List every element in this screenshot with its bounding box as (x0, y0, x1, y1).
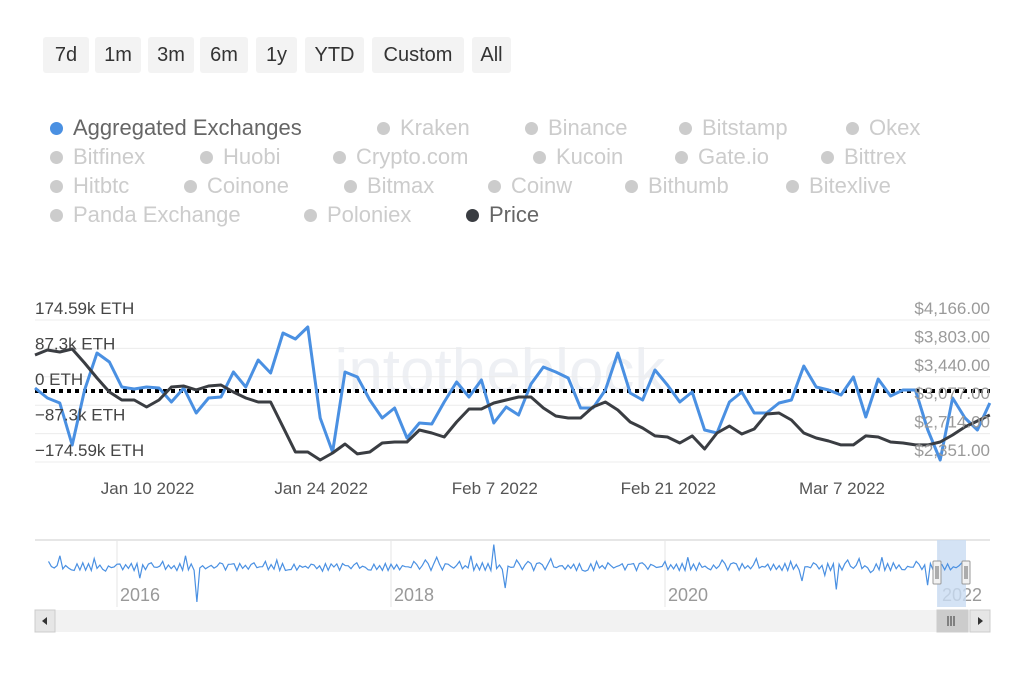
x-tick-label: Jan 10 2022 (101, 479, 195, 498)
y-left-tick-label: −174.59k ETH (35, 441, 144, 460)
y-right-tick-label: $3,077.00 (914, 384, 990, 403)
navigator-right-handle[interactable] (961, 560, 971, 585)
x-tick-label: Jan 24 2022 (274, 479, 368, 498)
watermark-logo: intotheblock (335, 337, 667, 406)
y-right-tick-label: $3,803.00 (914, 327, 990, 346)
y-left-tick-label: 0 ETH (35, 370, 83, 389)
x-tick-label: Feb 7 2022 (452, 479, 538, 498)
y-right-tick-label: $2,351.00 (914, 441, 990, 460)
navigator[interactable]: 2016201820202022 (34, 539, 991, 633)
y-left-tick-label: 174.59k ETH (35, 299, 134, 318)
main-chart: intotheblock $4,166.00 $3,803.00 $3,440.00… (34, 299, 992, 633)
x-tick-label: Mar 7 2022 (799, 479, 885, 498)
scrollbar-thumb[interactable] (936, 609, 969, 633)
y-left-tick-label: −87.3k ETH (35, 406, 125, 425)
y-right-tick-label: $3,440.00 (914, 356, 990, 375)
x-tick-label: Feb 21 2022 (621, 479, 716, 498)
navigator-x-tick-label: 2018 (394, 585, 434, 605)
navigator-series-line (47, 544, 969, 603)
y-right-tick-label: $4,166.00 (914, 299, 990, 318)
navigator-x-tick-label: 2016 (120, 585, 160, 605)
navigator-x-tick-label: 2020 (668, 585, 708, 605)
scrollbar-track[interactable] (35, 610, 990, 632)
scrollbar-right-arrow-button[interactable] (969, 609, 991, 633)
navigator-left-handle[interactable] (932, 560, 942, 585)
scrollbar-left-arrow-button[interactable] (34, 609, 56, 633)
y-right-tick-label: $2,714.00 (914, 413, 990, 432)
y-left-tick-label: 87.3k ETH (35, 334, 115, 353)
